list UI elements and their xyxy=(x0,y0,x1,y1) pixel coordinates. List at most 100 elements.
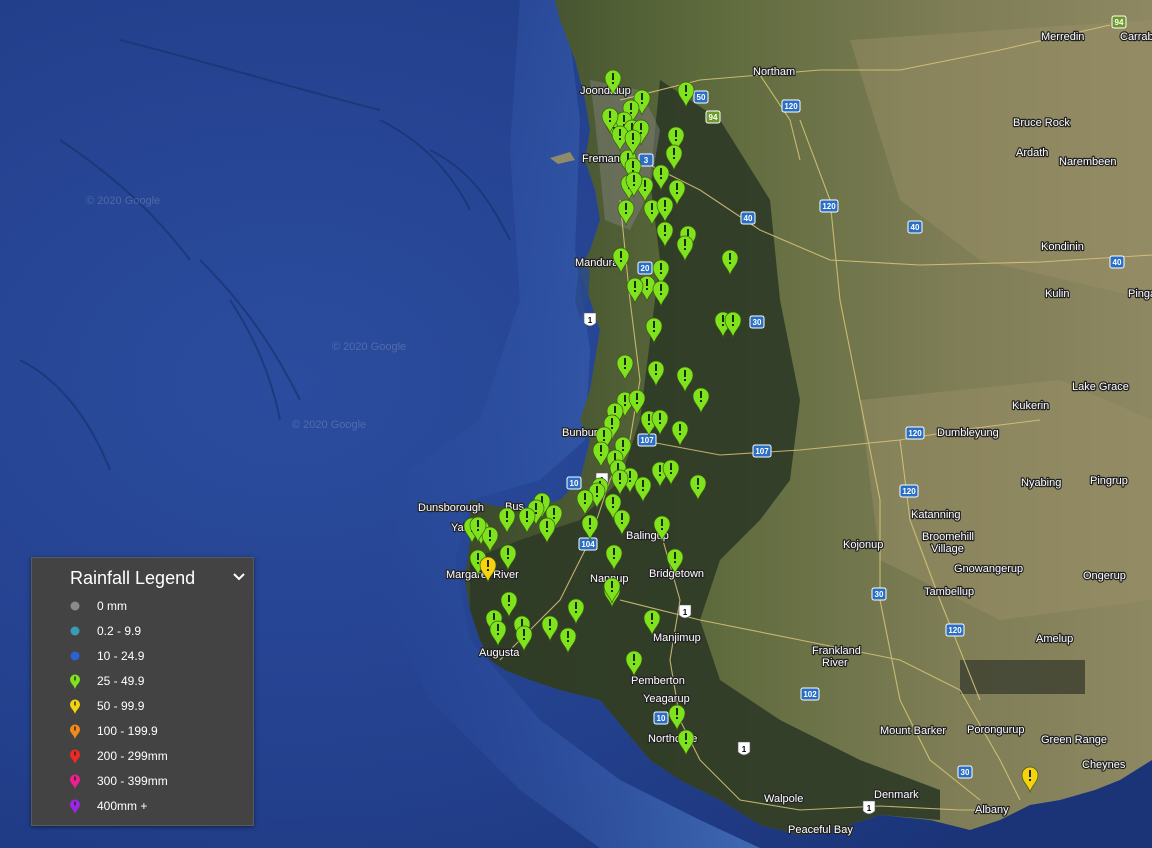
road-shield-label: 120 xyxy=(908,429,922,438)
legend-item-label: 50 - 99.9 xyxy=(97,699,145,713)
map-pin-icon xyxy=(68,749,82,765)
road-shield: 107 xyxy=(752,444,772,458)
place-label-tambellup: Tambellup xyxy=(924,586,974,598)
road-shield-label: 104 xyxy=(581,540,595,549)
road-shield-label: 3 xyxy=(644,156,649,165)
road-shield: 20 xyxy=(637,261,653,275)
place-label-yeagarup: Yeagarup xyxy=(643,693,690,705)
place-label-carrabin: Carrab xyxy=(1120,31,1152,43)
road-shield: 107 xyxy=(637,433,657,447)
legend-item: 100 - 199.9 xyxy=(32,719,253,744)
road-shield-label: 120 xyxy=(822,202,836,211)
place-label-manjimup: Manjimup xyxy=(653,632,701,644)
place-label-nyabing: Nyabing xyxy=(1021,477,1061,489)
road-shield-label: 1 xyxy=(867,804,872,813)
map-pin-icon xyxy=(68,799,82,815)
place-label-amelup: Amelup xyxy=(1036,633,1073,645)
road-shield: 1 xyxy=(583,312,597,327)
legend-item: 300 - 399mm xyxy=(32,769,253,794)
road-shield: 40 xyxy=(740,211,756,225)
road-shield: 120 xyxy=(945,623,965,637)
road-shield: 10 xyxy=(653,711,669,725)
place-label-merredin: Merredin xyxy=(1041,31,1084,43)
place-label-northam: Northam xyxy=(753,66,795,78)
place-label-joondalup: Joondalup xyxy=(580,85,631,97)
road-shield: 10 xyxy=(566,476,582,490)
legend-item-label: 100 - 199.9 xyxy=(97,724,158,738)
place-label-gnowangerup: Gnowangerup xyxy=(954,563,1023,575)
legend-item-label: 25 - 49.9 xyxy=(97,674,145,688)
road-shield: 120 xyxy=(781,99,801,113)
road-shield-label: 94 xyxy=(1115,18,1124,27)
legend-item-label: 200 - 299mm xyxy=(97,749,168,763)
legend-item: 400mm + xyxy=(32,794,253,819)
road-shield-label: 1 xyxy=(588,316,593,325)
place-label-green-range: Green Range xyxy=(1041,734,1107,746)
road-shield: 1 xyxy=(862,800,876,815)
road-shield-label: 107 xyxy=(755,447,769,456)
map-watermark: © 2020 Google xyxy=(292,419,366,431)
road-shield-label: 120 xyxy=(902,487,916,496)
rainfall-legend: Rainfall Legend 0 mm 0.2 - 9.9 10 - 24.9 25… xyxy=(31,557,254,826)
road-shield-label: 120 xyxy=(784,102,798,111)
road-shield-label: 10 xyxy=(570,479,579,488)
place-label-ardath: Ardath xyxy=(1016,147,1048,159)
legend-item-label: 10 - 24.9 xyxy=(97,649,145,663)
map-pin-icon xyxy=(68,699,82,715)
place-label-pingrup: Pingrup xyxy=(1090,475,1128,487)
road-shield-label: 50 xyxy=(697,93,706,102)
legend-item: 25 - 49.9 xyxy=(32,669,253,694)
circle-marker-icon xyxy=(68,624,82,640)
legend-item: 10 - 24.9 xyxy=(32,644,253,669)
legend-list: 0 mm 0.2 - 9.9 10 - 24.9 25 - 49.9 50 - 99.9… xyxy=(32,594,253,819)
place-label-porongurup: Porongurup xyxy=(967,724,1025,736)
road-shield: 120 xyxy=(819,199,839,213)
road-shield-label: 30 xyxy=(753,318,762,327)
road-shield: 120 xyxy=(905,426,925,440)
map-pin-icon xyxy=(68,774,82,790)
place-label-walpole: Walpole xyxy=(764,793,803,805)
road-shield: 102 xyxy=(800,687,820,701)
road-shield-label: 30 xyxy=(875,590,884,599)
road-shield: 40 xyxy=(1109,255,1125,269)
circle-marker-icon xyxy=(68,649,82,665)
road-shield-label: 1 xyxy=(683,608,688,617)
map-pin-icon xyxy=(68,724,82,740)
place-label-ongerup: Ongerup xyxy=(1083,570,1126,582)
road-shield: 30 xyxy=(957,765,973,779)
road-shield: 120 xyxy=(899,484,919,498)
place-label-dumbleyung: Dumbleyung xyxy=(937,427,999,439)
legend-title: Rainfall Legend xyxy=(70,568,196,588)
road-shield: 30 xyxy=(749,315,765,329)
road-shield-label: 10 xyxy=(657,714,666,723)
place-label-katanning: Katanning xyxy=(911,509,961,521)
legend-item: 0 mm xyxy=(32,594,253,619)
place-label-kojonup: Kojonup xyxy=(843,539,883,551)
place-label-peaceful-bay: Peaceful Bay xyxy=(788,824,853,836)
place-label-kulin: Kulin xyxy=(1045,288,1069,300)
legend-item-label: 0 mm xyxy=(97,599,127,613)
dark-forest-patch xyxy=(960,660,1085,694)
circle-marker-icon xyxy=(68,599,82,615)
place-label-pemberton: Pemberton xyxy=(631,675,685,687)
road-shield-label: 40 xyxy=(911,223,920,232)
legend-item: 200 - 299mm xyxy=(32,744,253,769)
place-label-albany: Albany xyxy=(975,804,1009,816)
chevron-down-icon[interactable] xyxy=(232,570,246,584)
road-shield: 1 xyxy=(737,741,751,756)
map-watermark: © 2020 Google xyxy=(332,341,406,353)
place-label-yallingup: Yal xyxy=(451,522,466,534)
road-shield: 30 xyxy=(871,587,887,601)
road-shield: 1 xyxy=(678,604,692,619)
legend-item: 0.2 - 9.9 xyxy=(32,619,253,644)
road-shield-label: 102 xyxy=(803,690,817,699)
place-label-narembeen: Narembeen xyxy=(1059,156,1116,168)
road-shield-label: 94 xyxy=(709,113,718,122)
road-shield: 40 xyxy=(907,220,923,234)
road-shield-label: 30 xyxy=(961,768,970,777)
road-shield-label: 107 xyxy=(640,436,654,445)
map-watermark: © 2020 Google xyxy=(86,195,160,207)
place-label-pingaring: Pinga xyxy=(1128,288,1152,300)
place-label-denmark: Denmark xyxy=(874,789,919,801)
road-shield: 94 xyxy=(1111,15,1127,29)
